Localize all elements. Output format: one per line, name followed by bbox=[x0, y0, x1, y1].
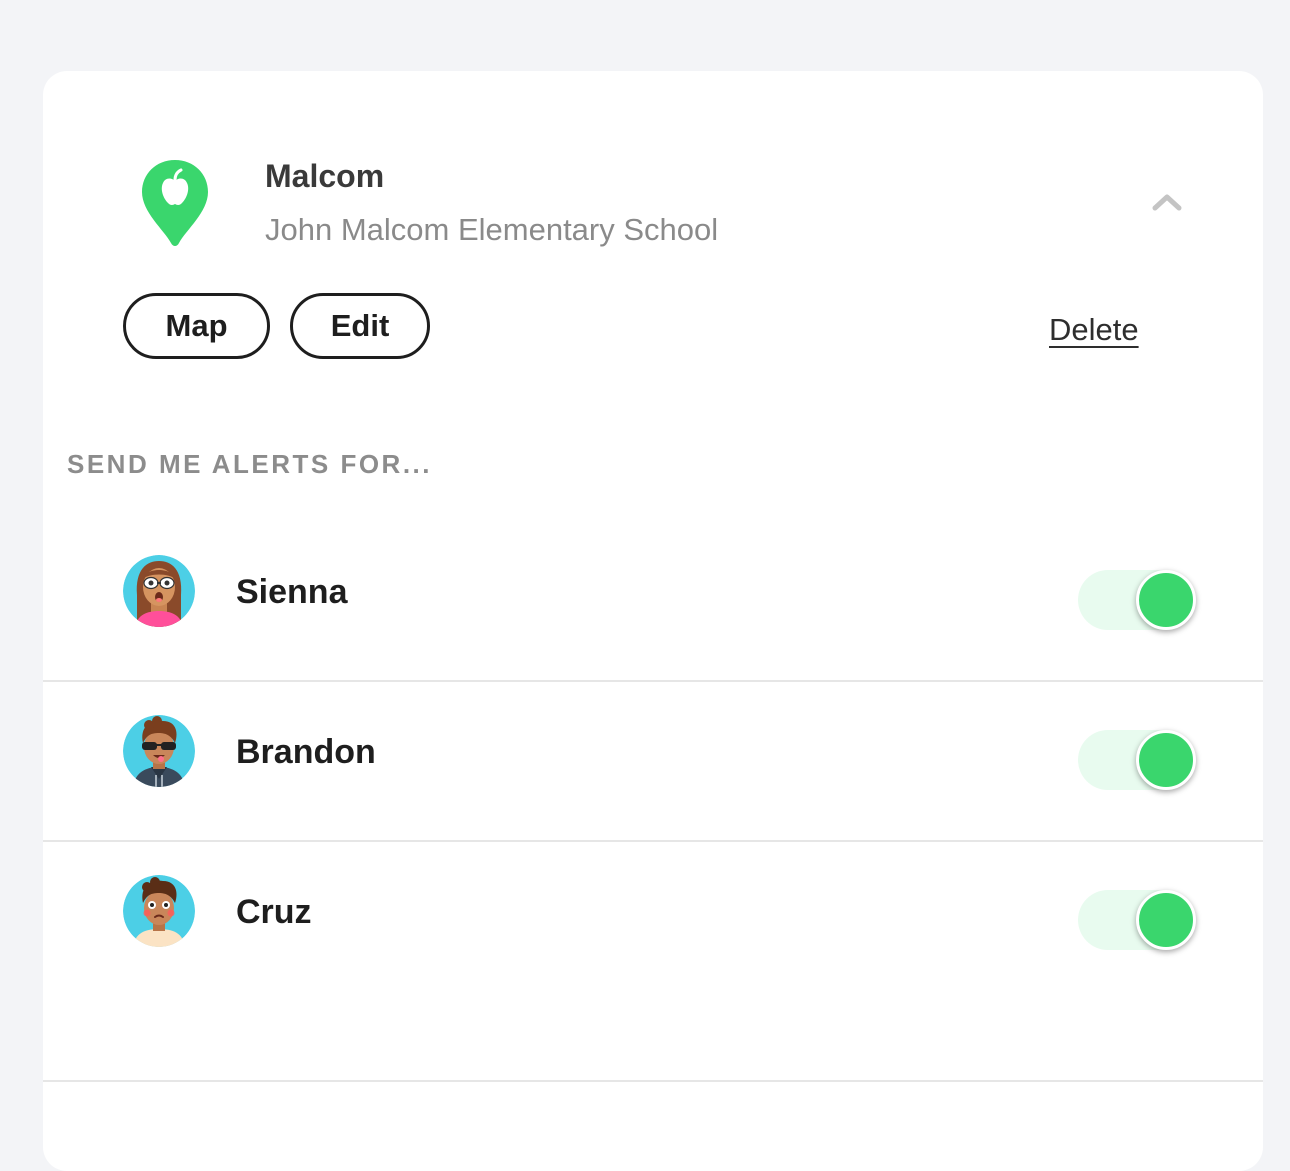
alert-member-row: Brandon bbox=[43, 682, 1263, 842]
alert-member-row: Cruz bbox=[43, 842, 1263, 1082]
place-name: Malcom bbox=[265, 158, 385, 194]
avatar-brandon bbox=[123, 715, 195, 787]
toggle-knob bbox=[1136, 570, 1196, 630]
alert-toggle-sienna[interactable] bbox=[1078, 570, 1196, 630]
apple-location-pin-icon bbox=[142, 160, 208, 246]
alert-toggle-cruz[interactable] bbox=[1078, 890, 1196, 950]
collapse-button[interactable] bbox=[1149, 187, 1185, 217]
avatar-sienna bbox=[123, 555, 195, 627]
avatar-cruz bbox=[123, 875, 195, 947]
delete-link[interactable]: Delete bbox=[1049, 311, 1139, 348]
alerts-section-label: SEND ME ALERTS FOR... bbox=[67, 449, 432, 479]
edit-button[interactable]: Edit bbox=[290, 293, 430, 359]
member-name: Brandon bbox=[236, 733, 376, 771]
member-name: Sienna bbox=[236, 573, 348, 611]
place-address: John Malcom Elementary School bbox=[265, 212, 719, 247]
member-name: Cruz bbox=[236, 893, 312, 931]
toggle-knob bbox=[1136, 890, 1196, 950]
place-card: Malcom John Malcom Elementary School Map… bbox=[43, 71, 1263, 1171]
toggle-knob bbox=[1136, 730, 1196, 790]
alert-member-row: Sienna bbox=[43, 522, 1263, 682]
alert-toggle-brandon[interactable] bbox=[1078, 730, 1196, 790]
map-button[interactable]: Map bbox=[123, 293, 270, 359]
chevron-up-icon bbox=[1152, 194, 1182, 211]
